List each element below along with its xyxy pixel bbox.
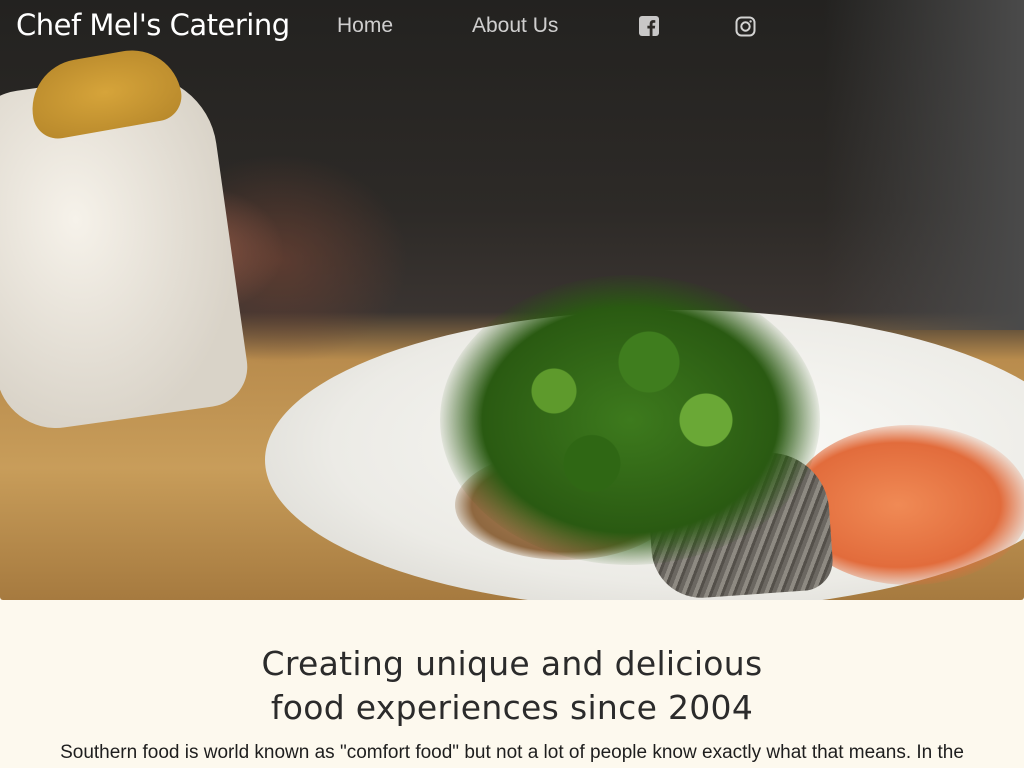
top-navigation: Chef Mel's Catering Home About Us	[0, 0, 1024, 56]
intro-section: Creating unique and delicious food exper…	[0, 600, 1024, 768]
nav-home-link[interactable]: Home	[337, 14, 393, 38]
microgreens	[440, 275, 820, 565]
brand-logo[interactable]: Chef Mel's Catering	[16, 8, 290, 42]
page-headline: Creating unique and delicious food exper…	[0, 642, 1024, 730]
headline-line-2: food experiences since 2004	[270, 688, 754, 727]
instagram-icon[interactable]	[734, 15, 756, 37]
facebook-icon[interactable]	[638, 15, 660, 37]
intro-paragraph: Southern food is world known as "comfort…	[60, 742, 964, 763]
hero-image: Chef Mel's Catering Home About Us	[0, 0, 1024, 600]
headline-line-1: Creating unique and delicious	[261, 644, 763, 683]
nav-about-link[interactable]: About Us	[472, 14, 558, 38]
